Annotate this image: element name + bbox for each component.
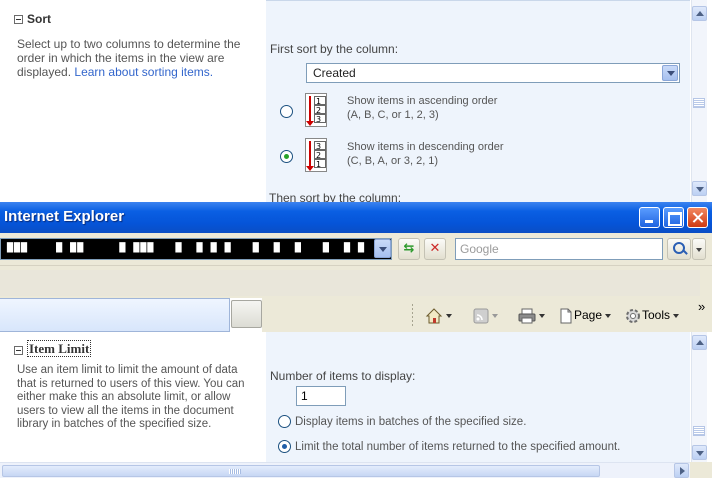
- sort-ascending-radio[interactable]: [280, 105, 293, 118]
- home-icon: [425, 308, 443, 324]
- refresh-icon[interactable]: ⇆: [398, 238, 420, 260]
- page-menu[interactable]: Page: [558, 303, 612, 327]
- sort-ascending-line2: (A, B, C, or 1, 2, 3): [347, 109, 439, 121]
- search-placeholder: Google: [460, 242, 499, 256]
- print-icon: [518, 308, 536, 324]
- scroll-down-icon[interactable]: [692, 445, 707, 460]
- first-sort-label: First sort by the column:: [270, 42, 399, 56]
- scroll-up-icon[interactable]: [692, 335, 707, 350]
- command-separator: [412, 304, 413, 326]
- rss-feed-icon: [473, 308, 489, 324]
- sort-section-title: Sort: [27, 12, 51, 26]
- page-icon: [560, 308, 572, 324]
- item-limit-section-title: Item Limit: [27, 340, 92, 357]
- sort-ascending-label: Show items in ascending order (A, B, C, …: [347, 94, 497, 122]
- print-button[interactable]: [518, 303, 545, 327]
- bottom-vertical-scrollbar[interactable]: [691, 332, 707, 478]
- absolute-limit-label: Limit the total number of items returned…: [295, 441, 621, 453]
- sort-panel: Sort Select up to two columns to determi…: [0, 0, 712, 202]
- window-titlebar[interactable]: Internet Explorer: [0, 202, 712, 233]
- learn-about-sorting-link[interactable]: Learn about sorting items.: [74, 65, 213, 79]
- address-bar[interactable]: ▇▇▇ ▇ ▇▇ ▇ ▇▇▇ ▇ ▇ ▇ ▇ ▇ ▇ ▇ ▇ ▇ ▇ ▇: [0, 238, 392, 260]
- tools-menu-label: Tools: [642, 308, 671, 322]
- chevron-down-icon[interactable]: [662, 65, 678, 81]
- search-options-icon[interactable]: [692, 238, 706, 260]
- tools-menu[interactable]: Tools: [624, 303, 680, 327]
- new-tab-button[interactable]: [231, 300, 262, 328]
- gear-icon: [626, 308, 640, 323]
- close-icon[interactable]: [687, 207, 708, 228]
- sort-descending-line2: (C, B, A, or 3, 2, 1): [347, 155, 439, 167]
- collapse-icon[interactable]: [14, 15, 23, 25]
- then-sort-label: Then sort by the column:: [269, 191, 402, 202]
- search-icon[interactable]: [667, 238, 691, 260]
- scroll-right-icon[interactable]: [674, 463, 689, 478]
- item-limit-description: Use an item limit to limit the amount of…: [17, 364, 245, 430]
- sort-descending-icon: 321: [305, 138, 327, 172]
- search-input[interactable]: Google: [455, 238, 663, 260]
- horizontal-scroll-thumb[interactable]: [2, 465, 600, 477]
- tab-row-background: [0, 270, 700, 296]
- page-bottom-margin: [0, 478, 712, 489]
- command-bar: Page Tools »: [262, 298, 712, 332]
- sort-descending-radio[interactable]: [280, 150, 293, 163]
- scroll-corner: [690, 462, 712, 478]
- minimize-icon[interactable]: [639, 207, 660, 228]
- batch-size-label: Display items in batches of the specifie…: [295, 416, 527, 428]
- item-limit-section-header[interactable]: Item Limit: [14, 340, 92, 357]
- address-text: ▇▇▇ ▇ ▇▇ ▇ ▇▇▇ ▇ ▇ ▇ ▇ ▇ ▇ ▇ ▇ ▇ ▇ ▇: [7, 242, 387, 253]
- first-sort-select[interactable]: Created: [306, 63, 680, 83]
- horizontal-scrollbar[interactable]: [0, 462, 690, 478]
- item-count-label: Number of items to display:: [270, 369, 416, 383]
- sort-ascending-line1: Show items in ascending order: [347, 95, 498, 107]
- scroll-grip-icon[interactable]: [693, 98, 705, 108]
- maximize-icon[interactable]: [663, 207, 684, 228]
- sort-descending-line1: Show items in descending order: [347, 141, 504, 153]
- batch-size-radio[interactable]: [278, 415, 291, 428]
- address-toolbar: ▇▇▇ ▇ ▇▇ ▇ ▇▇▇ ▇ ▇ ▇ ▇ ▇ ▇ ▇ ▇ ▇ ▇ ▇ ⇆ ✕…: [0, 233, 712, 265]
- scroll-down-icon[interactable]: [692, 181, 707, 196]
- address-dropdown-icon[interactable]: [374, 239, 391, 258]
- page-menu-label: Page: [574, 308, 603, 322]
- feeds-button[interactable]: [473, 303, 498, 327]
- item-limit-options-column: Number of items to display: 1 Display it…: [266, 332, 690, 462]
- item-limit-description-column: Item Limit Use an item limit to limit th…: [0, 332, 266, 462]
- stop-icon[interactable]: ✕: [424, 238, 446, 260]
- scroll-grip-icon[interactable]: [693, 426, 705, 436]
- overflow-chevron-icon[interactable]: »: [698, 295, 705, 319]
- sort-descending-label: Show items in descending order (C, B, A,…: [347, 140, 504, 168]
- first-sort-value: Created: [313, 66, 356, 80]
- collapse-icon[interactable]: [14, 345, 23, 355]
- window-title: Internet Explorer: [4, 208, 125, 225]
- absolute-limit-radio[interactable]: [278, 440, 291, 453]
- top-vertical-scrollbar[interactable]: [691, 0, 707, 202]
- sort-section-header[interactable]: Sort: [14, 12, 51, 26]
- active-tab[interactable]: [0, 298, 230, 332]
- item-count-input[interactable]: 1: [296, 386, 346, 406]
- sort-options-column: First sort by the column: Created 123 Sh…: [266, 0, 690, 202]
- home-button[interactable]: [425, 303, 452, 327]
- sort-description: Select up to two columns to determine th…: [17, 37, 257, 79]
- sort-description-column: Sort Select up to two columns to determi…: [0, 0, 266, 202]
- sort-ascending-icon: 123: [305, 93, 327, 127]
- scroll-up-icon[interactable]: [692, 6, 707, 21]
